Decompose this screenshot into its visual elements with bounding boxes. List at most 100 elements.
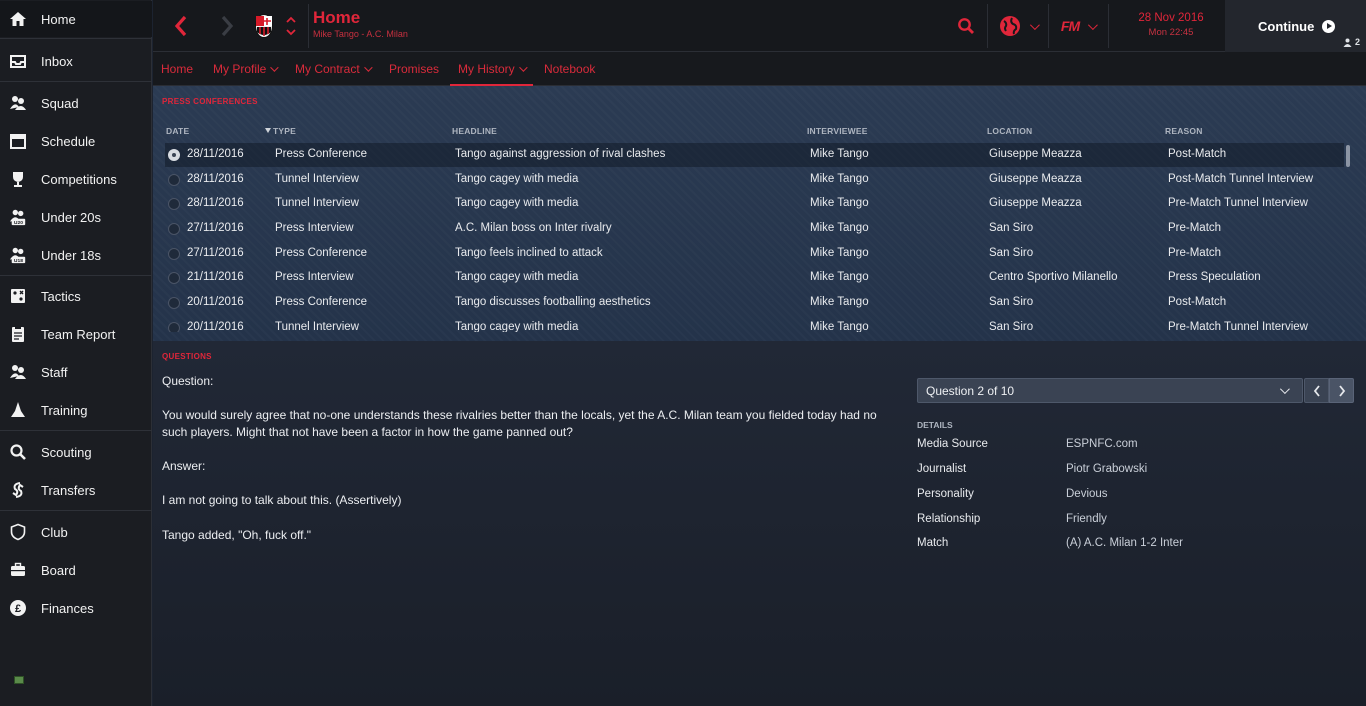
notification-badge[interactable]: 2 (1343, 37, 1360, 47)
svg-text:U18: U18 (14, 258, 23, 264)
table-row[interactable]: 27/11/2016 Press Conference Tango feels … (165, 242, 1344, 266)
tab-promises[interactable]: Promises (389, 52, 439, 85)
cell-type: Press Conference (275, 247, 368, 259)
table-row[interactable]: 27/11/2016 Press Interview A.C. Milan bo… (165, 217, 1344, 241)
cell-reason: Pre-Match Tunnel Interview (1168, 321, 1308, 332)
tab-my-profile[interactable]: My Profile (213, 52, 280, 85)
club-switcher[interactable] (281, 0, 301, 52)
sidebar-item-inbox[interactable]: Inbox (0, 43, 152, 79)
forward-button[interactable] (209, 0, 245, 52)
divider (0, 38, 152, 39)
tab-my-contract[interactable]: My Contract (295, 52, 373, 85)
cell-headline: Tango discusses footballing aesthetics (455, 296, 651, 308)
detail-value: Devious (1066, 488, 1108, 500)
tab-notebook[interactable]: Notebook (544, 52, 595, 85)
sidebar-item-under-18s[interactable]: U18 Under 18s (0, 237, 152, 273)
column-header-location[interactable]: LOCATION (987, 126, 1032, 136)
row-radio[interactable] (168, 149, 180, 161)
row-radio[interactable] (168, 198, 180, 210)
sidebar-item-label: Inbox (41, 53, 73, 69)
table-row[interactable]: 20/11/2016 Tunnel Interview Tango cagey … (165, 316, 1344, 332)
cell-interviewee: Mike Tango (810, 197, 869, 209)
detail-value[interactable]: (A) A.C. Milan 1-2 Inter (1066, 537, 1183, 549)
column-header-date[interactable]: DATE (166, 126, 189, 136)
sidebar-item-competitions[interactable]: Competitions (0, 161, 152, 197)
answer-text: I am not going to talk about this. (Asse… (162, 493, 402, 507)
continue-button[interactable]: Continue 2 (1225, 0, 1366, 52)
questions-panel: QUESTIONS Question: You would surely agr… (153, 341, 1366, 706)
row-radio[interactable] (168, 223, 180, 235)
row-radio[interactable] (168, 272, 180, 284)
sort-descending-icon[interactable] (265, 128, 271, 133)
cell-interviewee: Mike Tango (810, 296, 869, 308)
cell-reason: Post-Match (1168, 148, 1227, 160)
sidebar-item-scouting[interactable]: Scouting (0, 434, 152, 470)
table-row[interactable]: 28/11/2016 Press Conference Tango agains… (165, 143, 1344, 167)
home-icon (9, 10, 27, 28)
row-radio[interactable] (168, 297, 180, 309)
club-crest-button[interactable] (251, 0, 277, 52)
table-scrollbar[interactable] (1346, 145, 1350, 167)
cell-date: 27/11/2016 (187, 222, 244, 234)
sidebar-item-tactics[interactable]: Tactics (0, 278, 152, 314)
tab-label: My History (458, 61, 515, 76)
row-radio[interactable] (168, 174, 180, 186)
cell-type: Tunnel Interview (275, 321, 359, 332)
column-header-type[interactable]: TYPE (273, 126, 296, 136)
detail-value[interactable]: ESPNFC.com (1066, 438, 1138, 450)
cell-location: San Siro (989, 321, 1034, 332)
detail-key: Journalist (917, 463, 967, 475)
sidebar-item-squad[interactable]: Squad (0, 85, 152, 121)
table-row[interactable]: 28/11/2016 Tunnel Interview Tango cagey … (165, 192, 1344, 216)
cell-reason: Post-Match Tunnel Interview (1168, 173, 1314, 185)
training-icon (9, 401, 27, 419)
press-table: 28/11/2016 Press Conference Tango agains… (165, 143, 1344, 332)
under18-icon: U18 (9, 246, 27, 264)
column-header-interviewee[interactable]: INTERVIEWEE (807, 126, 868, 136)
sidebar-item-club[interactable]: Club (0, 514, 152, 550)
chevron-down-icon (518, 62, 528, 72)
table-row[interactable]: 28/11/2016 Tunnel Interview Tango cagey … (165, 168, 1344, 192)
next-question-button[interactable] (1329, 378, 1354, 403)
back-button[interactable] (163, 0, 199, 52)
search-button[interactable] (951, 0, 981, 52)
sidebar-item-staff[interactable]: Staff (0, 354, 152, 390)
sidebar-item-under-20s[interactable]: U20 Under 20s (0, 199, 152, 235)
time-label: Mon 22:45 (1148, 27, 1194, 38)
sidebar-item-home[interactable]: Home (0, 1, 152, 37)
sidebar-item-label: Staff (41, 364, 68, 380)
question-label: Question: (162, 374, 214, 388)
cell-headline: Tango against aggression of rival clashe… (455, 148, 666, 160)
column-header-headline[interactable]: HEADLINE (452, 126, 497, 136)
fm-menu-button[interactable]: FM (1055, 0, 1101, 52)
club-crest-icon (255, 14, 273, 38)
sidebar-item-team-report[interactable]: Team Report (0, 316, 152, 352)
sidebar-item-transfers[interactable]: Transfers (0, 472, 152, 508)
sidebar-item-training[interactable]: Training (0, 392, 152, 428)
person-icon (1343, 38, 1352, 47)
table-row[interactable]: 20/11/2016 Press Conference Tango discus… (165, 291, 1344, 315)
row-radio[interactable] (168, 248, 180, 260)
cell-reason: Pre-Match Tunnel Interview (1168, 197, 1308, 209)
world-menu-button[interactable] (993, 0, 1043, 52)
inbox-icon (9, 52, 27, 70)
sidebar-item-label: Scouting (41, 444, 92, 460)
chevron-left-icon (174, 15, 187, 37)
question-text: You would surely agree that no-one under… (162, 408, 877, 439)
search-icon (958, 18, 974, 34)
previous-question-button[interactable] (1304, 378, 1329, 403)
sidebar-item-board[interactable]: Board (0, 552, 152, 588)
sidebar-item-schedule[interactable]: Schedule (0, 123, 152, 159)
sidebar-item-label: Team Report (41, 326, 116, 342)
tab-label: Home (161, 61, 194, 76)
sidebar-item-label: Club (41, 524, 68, 540)
sidebar-item-label: Under 20s (41, 209, 101, 225)
tab-home[interactable]: Home (161, 52, 193, 85)
question-selector[interactable]: Question 2 of 10 (917, 378, 1354, 403)
column-header-reason[interactable]: REASON (1165, 126, 1203, 136)
sidebar-item-finances[interactable]: £ Finances (0, 590, 152, 626)
detail-value[interactable]: Piotr Grabowski (1066, 463, 1147, 475)
tab-my-history[interactable]: My History (450, 52, 533, 86)
table-row[interactable]: 21/11/2016 Press Interview Tango cagey w… (165, 266, 1344, 290)
row-radio[interactable] (168, 322, 180, 332)
